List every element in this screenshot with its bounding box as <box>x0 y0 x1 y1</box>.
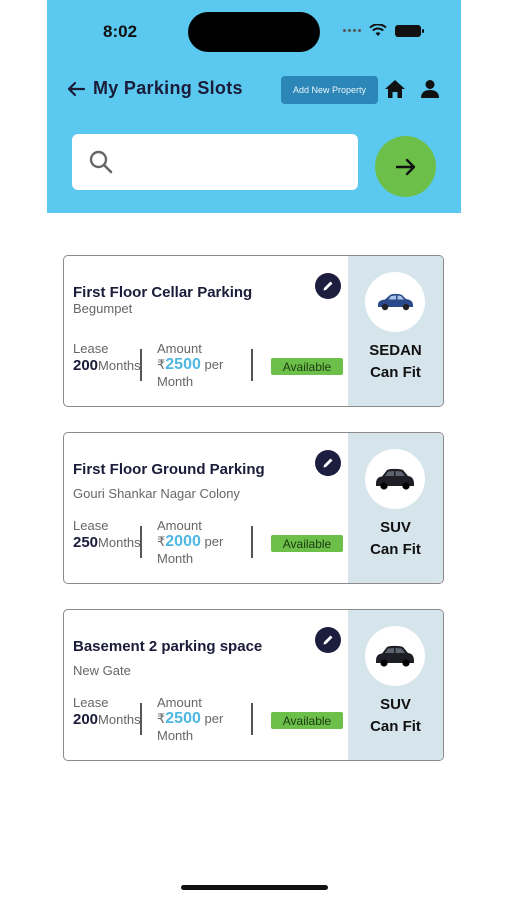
suv-car-icon <box>365 626 425 686</box>
lease-value: 200Months <box>73 711 141 728</box>
pencil-icon <box>323 635 333 645</box>
wifi-icon <box>369 24 387 36</box>
lease-label: Lease <box>73 695 109 710</box>
slot-location: Gouri Shankar Nagar Colony <box>73 486 240 501</box>
amount-line: ₹2500 per <box>157 710 224 727</box>
pencil-icon <box>323 458 333 468</box>
slot-title: First Floor Cellar Parking <box>73 284 253 301</box>
user-profile-icon[interactable] <box>420 79 440 104</box>
lease-label: Lease <box>73 518 109 533</box>
edit-button[interactable] <box>315 273 341 299</box>
edit-button[interactable] <box>315 627 341 653</box>
status-time: 8:02 <box>103 22 138 41</box>
per-month-label: Month <box>157 374 194 389</box>
car-type-panel: SUV Can Fit <box>348 610 443 760</box>
signal-icon <box>343 29 361 32</box>
slot-location: Begumpet <box>73 301 133 316</box>
amount-label: Amount <box>157 518 202 533</box>
divider <box>251 526 253 558</box>
lease-label: Lease <box>73 341 109 356</box>
status-icons <box>343 24 424 37</box>
search-box[interactable] <box>72 134 358 190</box>
slot-location: New Gate <box>73 663 131 678</box>
parking-slot-card[interactable]: First Floor Cellar Parking Begumpet Leas… <box>63 255 444 407</box>
amount-value: 2500 <box>165 710 201 727</box>
amount-value: 2500 <box>165 356 201 373</box>
slot-title: Basement 2 parking space <box>73 638 263 655</box>
divider <box>140 526 142 558</box>
car-type-label: SUV Can Fit <box>370 519 421 558</box>
per-month-label: Month <box>157 728 194 743</box>
arrow-right-icon <box>395 158 415 175</box>
battery-icon <box>395 24 424 37</box>
divider <box>140 703 142 735</box>
divider <box>140 349 142 381</box>
car-type-panel: SUV Can Fit <box>348 433 443 583</box>
search-icon <box>88 149 114 180</box>
edit-button[interactable] <box>315 450 341 476</box>
search-submit-button[interactable] <box>375 136 436 197</box>
parking-slot-card[interactable]: First Floor Ground Parking Gouri Shankar… <box>63 432 444 584</box>
lease-value: 200Months <box>73 357 141 374</box>
amount-line: ₹2000 per <box>157 533 224 550</box>
car-type-label: SUV Can Fit <box>370 696 421 735</box>
search-input[interactable] <box>124 146 344 178</box>
car-type-label: SEDAN Can Fit <box>369 342 422 381</box>
lease-value: 250Months <box>73 534 141 551</box>
parking-slot-card[interactable]: Basement 2 parking space New Gate Lease … <box>63 609 444 761</box>
car-type-panel: SEDAN Can Fit <box>348 256 443 406</box>
divider <box>251 703 253 735</box>
status-badge: Available <box>271 358 343 375</box>
add-new-property-button[interactable]: Add New Property <box>281 76 378 104</box>
back-arrow-icon[interactable] <box>66 79 86 104</box>
divider <box>251 349 253 381</box>
home-indicator[interactable] <box>181 885 328 890</box>
dynamic-island <box>188 12 320 52</box>
suv-car-icon <box>365 449 425 509</box>
page-title: My Parking Slots <box>93 78 243 98</box>
status-badge: Available <box>271 535 343 552</box>
amount-value: 2000 <box>165 533 201 550</box>
amount-label: Amount <box>157 341 202 356</box>
home-icon[interactable] <box>384 79 406 104</box>
status-badge: Available <box>271 712 343 729</box>
pencil-icon <box>323 281 333 291</box>
amount-line: ₹2500 per <box>157 356 224 373</box>
per-month-label: Month <box>157 551 194 566</box>
slot-title: First Floor Ground Parking <box>73 461 265 478</box>
amount-label: Amount <box>157 695 202 710</box>
sedan-car-icon <box>365 272 425 332</box>
